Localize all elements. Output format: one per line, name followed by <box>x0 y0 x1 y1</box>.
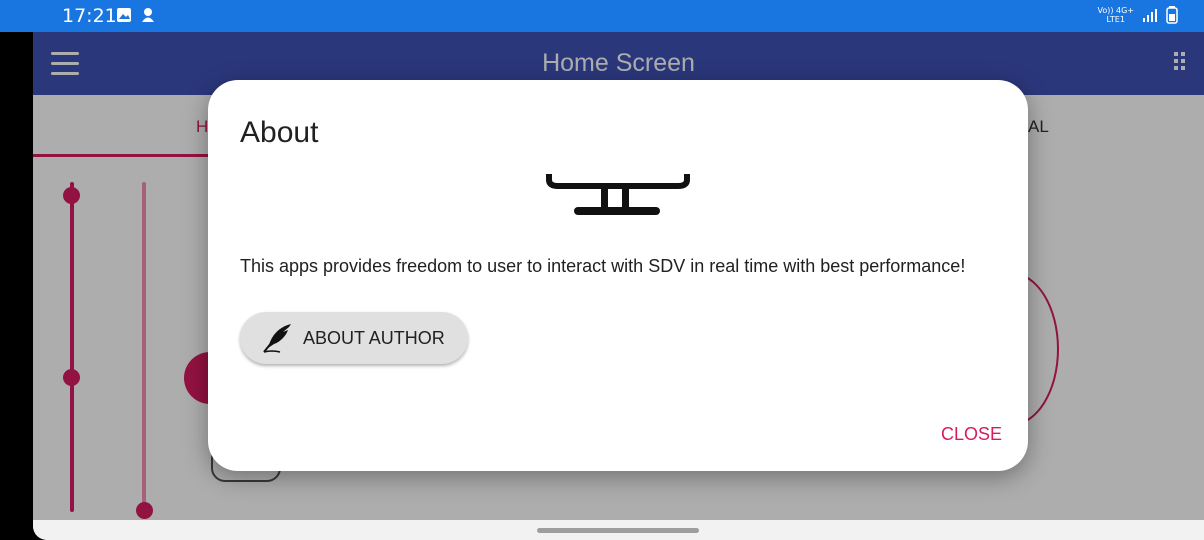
status-time: 17:21 <box>62 5 117 27</box>
battery-icon <box>1166 6 1178 24</box>
network-sim: LTE1 <box>1106 15 1125 24</box>
signal-icon <box>1143 9 1157 22</box>
about-author-button[interactable]: ABOUT AUTHOR <box>240 312 468 364</box>
status-bar: 17:21 Vo)) 4G+ LTE1 <box>0 0 1204 32</box>
status-right-group: Vo)) 4G+ LTE1 <box>1097 6 1178 24</box>
app-notification-icon <box>142 8 154 22</box>
about-author-label: ABOUT AUTHOR <box>303 328 445 348</box>
sdv-logo-icon <box>546 174 690 215</box>
gesture-nav-bar <box>33 520 1204 540</box>
about-dialog: About This apps provides freedom to user… <box>208 80 1028 471</box>
network-indicator: Vo)) 4G+ LTE1 <box>1097 6 1134 24</box>
image-icon <box>117 8 131 22</box>
nav-handle[interactable] <box>537 528 699 533</box>
dialog-title: About <box>240 116 319 149</box>
quill-icon <box>263 324 291 353</box>
network-type: Vo)) 4G+ <box>1097 6 1134 15</box>
close-button[interactable]: CLOSE <box>941 424 1002 445</box>
dialog-message: This apps provides freedom to user to in… <box>240 256 966 276</box>
